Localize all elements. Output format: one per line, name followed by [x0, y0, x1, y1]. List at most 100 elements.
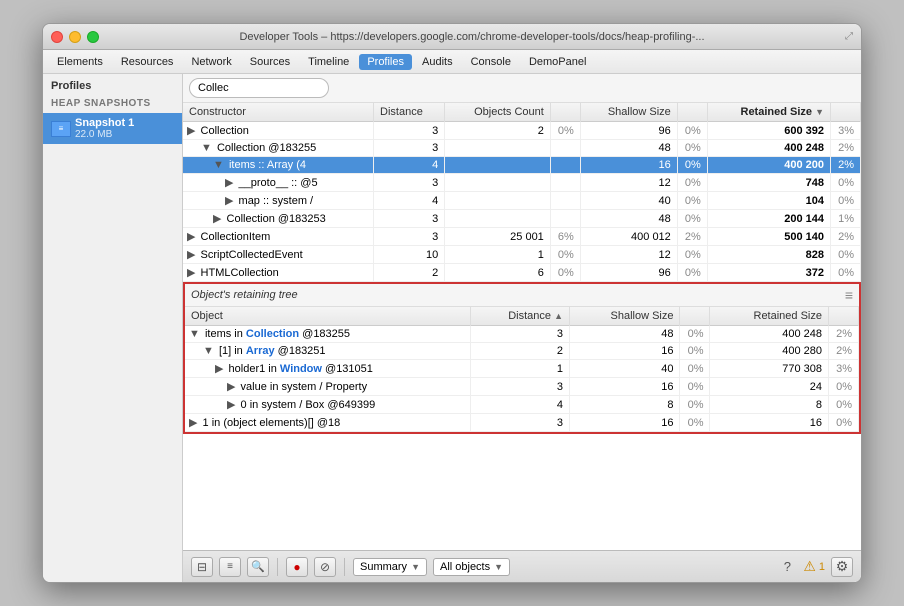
- tree-toggle[interactable]: ▶: [225, 195, 233, 207]
- tree-toggle[interactable]: ▶: [187, 249, 195, 261]
- tree-toggle[interactable]: ▶: [227, 381, 235, 393]
- scroll-icon: ≡: [845, 287, 853, 303]
- cell-retained-size: 500 140: [707, 228, 830, 246]
- cell-shallow-size: 48: [570, 326, 680, 343]
- cell-objects-pct: [550, 157, 580, 174]
- tree-toggle[interactable]: ▼: [201, 142, 212, 154]
- sidebar-title: Profiles: [43, 74, 182, 96]
- window-title: Developer Tools – https://developers.goo…: [107, 31, 837, 43]
- tree-toggle[interactable]: ▶: [215, 363, 223, 375]
- menu-elements[interactable]: Elements: [49, 54, 111, 70]
- menu-resources[interactable]: Resources: [113, 54, 182, 70]
- menu-profiles[interactable]: Profiles: [359, 54, 412, 70]
- cell-objects-pct: 0%: [550, 122, 580, 140]
- cell-constructor: ▼ Collection @183255: [183, 140, 374, 157]
- tree-toggle[interactable]: ▼: [189, 328, 200, 340]
- search-bar: [183, 74, 861, 103]
- constructor-label: CollectionItem: [201, 231, 271, 243]
- cell-shallow-size: 12: [580, 246, 677, 264]
- minimize-button[interactable]: [69, 31, 81, 43]
- tree-toggle[interactable]: ▶: [187, 231, 195, 243]
- cell-objects-pct: [550, 192, 580, 210]
- no-record-button[interactable]: ⊘: [314, 557, 336, 577]
- rcol-retained[interactable]: Retained Size: [710, 307, 829, 326]
- col-retained-size[interactable]: Retained Size ▼: [707, 103, 830, 122]
- menu-network[interactable]: Network: [183, 54, 239, 70]
- table-row: ▶ HTMLCollection 2 6 0% 96 0% 372 0%: [183, 264, 861, 282]
- settings-button[interactable]: ⚙: [831, 557, 853, 577]
- table-row: ▶ map :: system / 4 40 0% 104 0%: [183, 192, 861, 210]
- summary-label: Summary: [360, 561, 407, 573]
- sidebar-section-label: HEAP SNAPSHOTS: [43, 96, 182, 113]
- tree-view-button[interactable]: ≡: [219, 557, 241, 577]
- search-button[interactable]: 🔍: [247, 557, 269, 577]
- col-constructor[interactable]: Constructor: [183, 103, 374, 122]
- menu-sources[interactable]: Sources: [242, 54, 298, 70]
- snapshot-info: Snapshot 1 22.0 MB: [75, 117, 134, 140]
- rcol-object[interactable]: Object: [185, 307, 471, 326]
- cell-objects-count: 6: [445, 264, 551, 282]
- tree-toggle[interactable]: ▶: [187, 267, 195, 279]
- cell-distance: 3: [471, 414, 570, 432]
- table-row: ▼ [1] in Array @183251 2 16 0% 400 280 2…: [185, 343, 859, 360]
- cell-shallow-size: 40: [580, 192, 677, 210]
- cell-retained-size: 400 280: [710, 343, 829, 360]
- col-distance[interactable]: Distance: [374, 103, 445, 122]
- cell-objects-count: [445, 140, 551, 157]
- cell-shallow-pct: 0%: [677, 157, 707, 174]
- table-row: ▶ 0 in system / Box @649399 4 8 0% 8 0%: [185, 396, 859, 414]
- sidebar-snapshot-1[interactable]: ≡ Snapshot 1 22.0 MB: [43, 113, 182, 144]
- menu-timeline[interactable]: Timeline: [300, 54, 357, 70]
- menu-audits[interactable]: Audits: [414, 54, 461, 70]
- cell-objects-count: 25 001: [445, 228, 551, 246]
- question-button[interactable]: ?: [777, 557, 797, 577]
- tree-toggle[interactable]: ▼: [213, 159, 224, 171]
- upper-table: Constructor Distance Objects Count Shall…: [183, 103, 861, 282]
- maximize-button[interactable]: [87, 31, 99, 43]
- cell-retained-pct: 0%: [829, 396, 859, 414]
- cell-constructor: ▶ CollectionItem: [183, 228, 374, 246]
- warning-icon: ⚠: [803, 558, 816, 575]
- cell-shallow-pct: 0%: [677, 246, 707, 264]
- cell-retained-size: 748: [707, 174, 830, 192]
- table-row: ▶ CollectionItem 3 25 001 6% 400 012 2% …: [183, 228, 861, 246]
- summary-dropdown[interactable]: Summary ▼: [353, 558, 427, 576]
- retaining-tree-title: Object's retaining tree: [191, 289, 298, 301]
- cell-shallow-pct: 0%: [680, 343, 710, 360]
- cell-shallow-pct: 0%: [677, 192, 707, 210]
- col-objects-count[interactable]: Objects Count: [445, 103, 551, 122]
- cell-objects-count: [445, 174, 551, 192]
- tree-toggle[interactable]: ▶: [189, 417, 197, 429]
- cell-retained-size: 16: [710, 414, 829, 432]
- titlebar: Developer Tools – https://developers.goo…: [43, 24, 861, 50]
- all-objects-dropdown[interactable]: All objects ▼: [433, 558, 510, 576]
- cell-retained-size: 400 248: [707, 140, 830, 157]
- cell-objects-pct: [550, 174, 580, 192]
- tree-toggle[interactable]: ▶: [187, 125, 195, 137]
- table-container: Constructor Distance Objects Count Shall…: [183, 103, 861, 550]
- menu-console[interactable]: Console: [463, 54, 519, 70]
- menu-demopanel[interactable]: DemoPanel: [521, 54, 594, 70]
- cell-retained-size: 600 392: [707, 122, 830, 140]
- tree-toggle[interactable]: ▼: [203, 345, 214, 357]
- rcol-retained-pct: [829, 307, 859, 326]
- rcol-distance[interactable]: Distance ▲: [471, 307, 570, 326]
- close-button[interactable]: [51, 31, 63, 43]
- cell-retained-pct: 0%: [829, 414, 859, 432]
- cell-shallow-pct: 0%: [680, 378, 710, 396]
- rcol-shallow[interactable]: Shallow Size: [570, 307, 680, 326]
- search-input[interactable]: [189, 78, 329, 98]
- snapshot-name: Snapshot 1: [75, 117, 134, 129]
- cell-object: ▶ 1 in (object elements)[] @18: [185, 414, 471, 432]
- cell-object: ▶ 0 in system / Box @649399: [185, 396, 471, 414]
- tree-toggle[interactable]: ▶: [227, 399, 235, 411]
- cell-retained-pct: 3%: [829, 360, 859, 378]
- record-button[interactable]: ●: [286, 557, 308, 577]
- panel-toggle-button[interactable]: ⊟: [191, 557, 213, 577]
- table-header-row: Constructor Distance Objects Count Shall…: [183, 103, 861, 122]
- tree-toggle[interactable]: ▶: [225, 177, 233, 189]
- cell-shallow-pct: 2%: [677, 228, 707, 246]
- tree-toggle[interactable]: ▶: [213, 213, 221, 225]
- snapshot-size: 22.0 MB: [75, 129, 134, 140]
- col-shallow-size[interactable]: Shallow Size: [580, 103, 677, 122]
